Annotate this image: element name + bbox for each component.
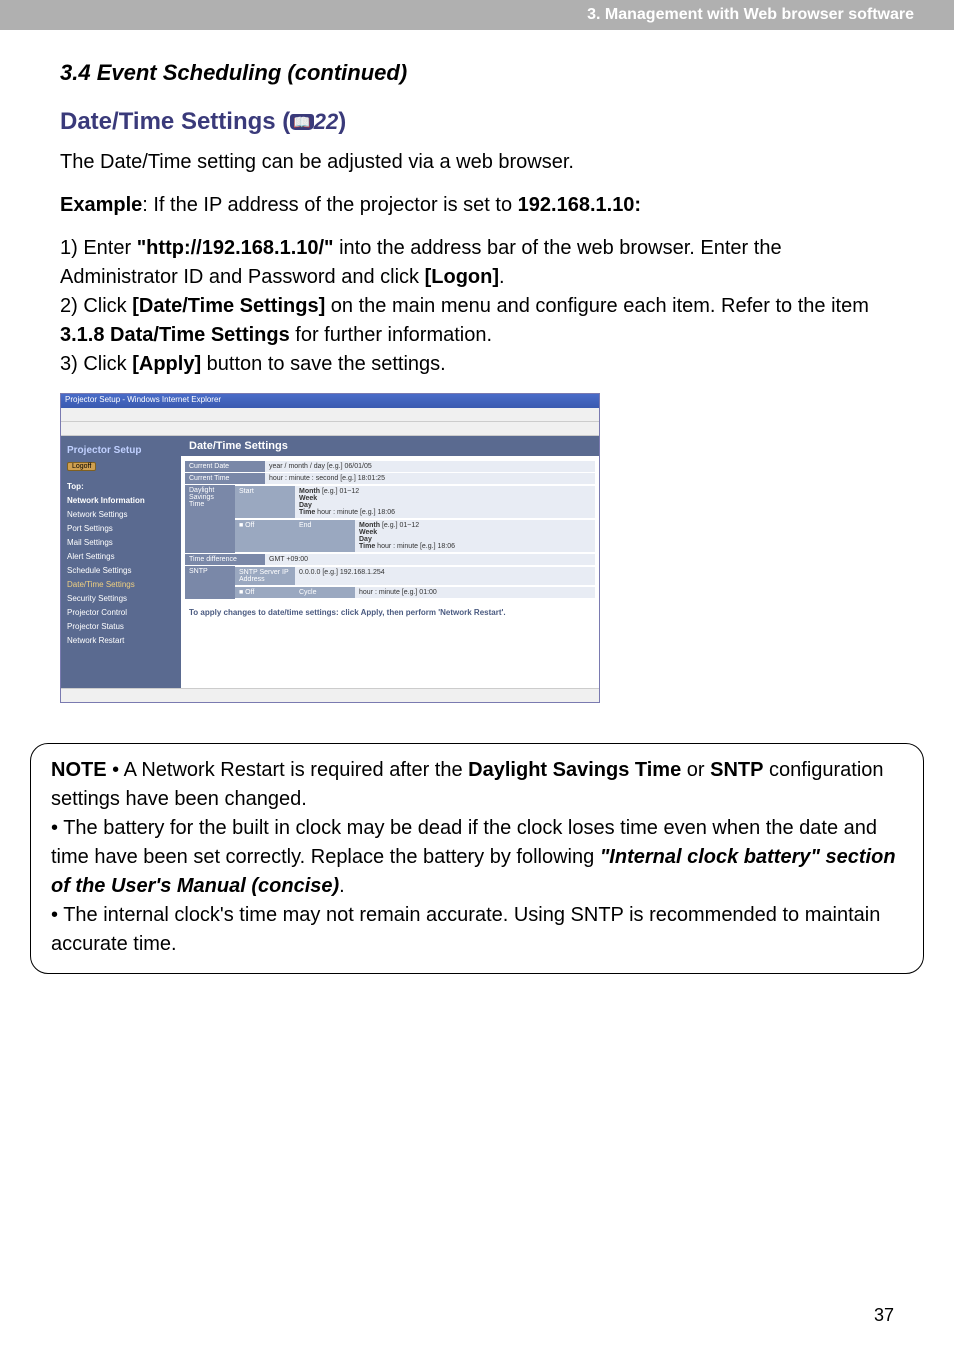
sb-datetime[interactable]: Date/Time Settings [67, 580, 175, 589]
logoff-button[interactable]: Logoff [67, 462, 96, 471]
subsection-prefix: Date/Time Settings ( [60, 108, 290, 135]
mon-v[interactable]: [e.g.] 01~12 [322, 488, 359, 495]
example-label: Example [60, 194, 142, 216]
curdate-l: Current Date [185, 461, 265, 472]
step3-button: [Apply] [132, 353, 201, 375]
ss-status [61, 688, 599, 702]
note-box: NOTE • A Network Restart is required aft… [30, 743, 924, 974]
mon-v2[interactable]: [e.g.] 01~12 [382, 522, 419, 529]
off2-l[interactable]: ■ Off [235, 587, 295, 598]
sb-netset[interactable]: Network Settings [67, 510, 175, 519]
wk-l: Week [299, 495, 317, 502]
tm-l: Time [299, 509, 315, 516]
curtime-v[interactable]: hour : minute : second [e.g.] 18:01:25 [265, 473, 595, 484]
note1c: or [681, 759, 710, 781]
step1-url: "http://192.168.1.10/" [137, 237, 334, 259]
sb-sched[interactable]: Schedule Settings [67, 566, 175, 575]
ss-sidebar: Projector Setup Logoff Top: Network Info… [61, 436, 181, 696]
tm-v[interactable]: hour : minute [e.g.] 18:06 [317, 509, 395, 516]
tdiff-l: Time difference [185, 554, 265, 565]
subsection-suffix: ) [338, 108, 346, 135]
sb-port[interactable]: Port Settings [67, 524, 175, 533]
ss-footer: To apply changes to date/time settings: … [181, 604, 599, 621]
panel-title: Date/Time Settings [181, 436, 599, 456]
step1-end: . [499, 266, 505, 288]
dst-l: Daylight Savings Time [185, 485, 235, 553]
sntpsrv-v[interactable]: 0.0.0.0 [e.g.] 192.168.1.254 [295, 567, 595, 585]
sb-sec[interactable]: Security Settings [67, 594, 175, 603]
sb-status[interactable]: Projector Status [67, 622, 175, 631]
book-icon: 📖 [290, 114, 313, 130]
sb-restart[interactable]: Network Restart [67, 636, 175, 645]
tm-v2[interactable]: hour : minute [e.g.] 18:06 [377, 543, 455, 550]
step2-ref: 3.1.8 Data/Time Settings [60, 324, 290, 346]
cycle-v[interactable]: hour : minute [e.g.] 01:00 [355, 587, 595, 598]
start-l: Start [235, 486, 295, 518]
ss-main: Date/Time Settings Current Dateyear / mo… [181, 436, 599, 696]
ss-grid: Current Dateyear / month / day [e.g.] 06… [181, 456, 599, 604]
section-title: 3.4 Event Scheduling (continued) [60, 60, 894, 86]
example-ip: 192.168.1.10: [518, 194, 641, 216]
step1: 1) Enter "http://192.168.1.10/" into the… [60, 234, 894, 292]
ss-body: Projector Setup Logoff Top: Network Info… [61, 436, 599, 696]
end-l: End [295, 520, 355, 552]
screenshot: Projector Setup - Windows Internet Explo… [60, 393, 600, 703]
day-l2: Day [359, 536, 372, 543]
sb-mail[interactable]: Mail Settings [67, 538, 175, 547]
step1-prefix: 1) Enter [60, 237, 137, 259]
step2-end: for further information. [290, 324, 492, 346]
step2-mid: on the main menu and configure each item… [325, 295, 869, 317]
example-line: Example: If the IP address of the projec… [60, 191, 894, 220]
off-l[interactable]: ■ Off [235, 520, 295, 552]
curtime-l: Current Time [185, 473, 265, 484]
sntp-l: SNTP [185, 566, 235, 599]
chapter-header: 3. Management with Web browser software [0, 0, 954, 30]
step2-prefix: 2) Click [60, 295, 132, 317]
projector-setup-label: Projector Setup [67, 445, 175, 456]
start-block: Month [e.g.] 01~12 Week Day Time hour : … [295, 486, 595, 518]
step2-link: [Date/Time Settings] [132, 295, 325, 317]
sb-ctrl[interactable]: Projector Control [67, 608, 175, 617]
note2c: . [339, 875, 345, 897]
ss-titlebar: Projector Setup - Windows Internet Explo… [61, 394, 599, 408]
tm-l2: Time [359, 543, 375, 550]
cycle-l: Cycle [295, 587, 355, 598]
step3-end: button to save the settings. [201, 353, 446, 375]
sntpsrv-l: SNTP Server IP Address [235, 567, 295, 585]
example-text: : If the IP address of the projector is … [142, 194, 517, 216]
subsection-ref: 22 [314, 109, 338, 134]
sb-alert[interactable]: Alert Settings [67, 552, 175, 561]
sb-netinfo[interactable]: Network Information [67, 496, 175, 505]
subsection-title: Date/Time Settings (📖22) [60, 108, 894, 136]
wk-l2: Week [359, 529, 377, 536]
intro-text: The Date/Time setting can be adjusted vi… [60, 148, 894, 177]
sb-top[interactable]: Top: [67, 482, 175, 491]
end-block: Month [e.g.] 01~12 Week Day Time hour : … [355, 520, 595, 552]
page-number: 37 [874, 1305, 894, 1326]
chapter-breadcrumb: 3. Management with Web browser software [587, 6, 914, 24]
step2: 2) Click [Date/Time Settings] on the mai… [60, 292, 894, 350]
mon-l2: Month [359, 522, 380, 529]
page-content: 3.4 Event Scheduling (continued) Date/Ti… [0, 30, 954, 703]
note1d: SNTP [710, 759, 763, 781]
note-label: NOTE [51, 759, 107, 781]
day-l: Day [299, 502, 312, 509]
ss-addressbar [61, 408, 599, 422]
tdiff-v[interactable]: GMT +09:00 [265, 554, 595, 565]
note1b: Daylight Savings Time [468, 759, 681, 781]
step3-prefix: 3) Click [60, 353, 132, 375]
step3: 3) Click [Apply] button to save the sett… [60, 350, 894, 379]
note3: • The internal clock's time may not rema… [51, 904, 880, 955]
step1-logon: [Logon] [425, 266, 499, 288]
mon-l: Month [299, 488, 320, 495]
note1a: • A Network Restart is required after th… [107, 759, 469, 781]
curdate-v[interactable]: year / month / day [e.g.] 06/01/05 [265, 461, 595, 472]
ss-toolbar [61, 422, 599, 436]
